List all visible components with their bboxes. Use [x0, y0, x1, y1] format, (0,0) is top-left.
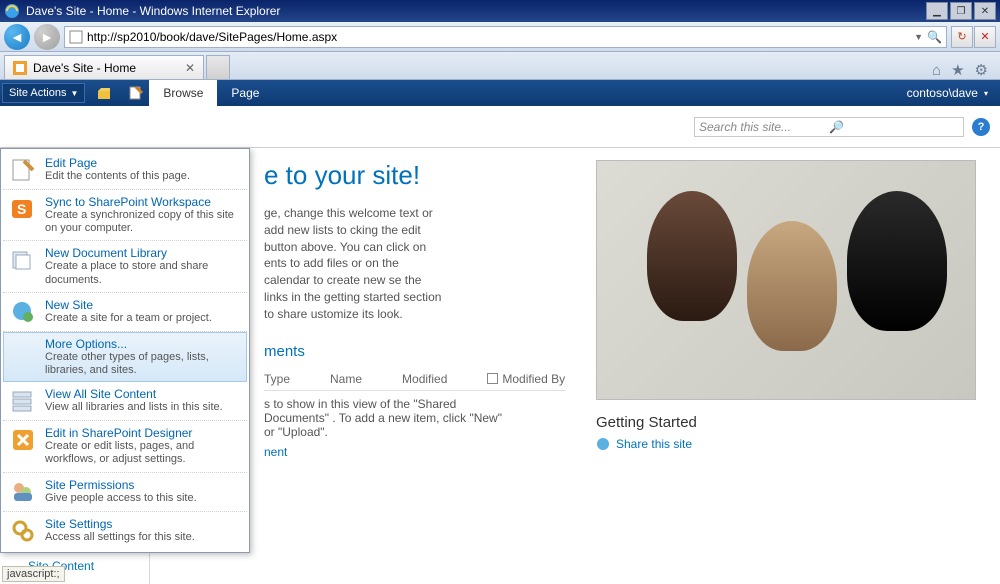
tools-icon[interactable]: ⚙: [975, 61, 988, 79]
page-topbar: Search this site... 🔎 ?: [0, 106, 1000, 148]
col-type[interactable]: Type: [264, 372, 290, 386]
col-name[interactable]: Name: [330, 372, 362, 386]
menu-new-site[interactable]: New SiteCreate a site for a team or proj…: [3, 293, 247, 332]
forward-button[interactable]: ►: [34, 24, 60, 50]
empty-message: s to show in this view of the "Shared Do…: [264, 391, 514, 445]
tab-title: Dave's Site - Home: [33, 61, 136, 75]
menu-site-settings[interactable]: Site SettingsAccess all settings for thi…: [3, 512, 247, 550]
tab-close-icon[interactable]: ✕: [185, 61, 195, 75]
settings-icon: [9, 517, 37, 545]
hero-image: [596, 160, 976, 400]
help-button[interactable]: ?: [972, 118, 990, 136]
shared-documents-heading: ments: [264, 343, 566, 360]
main-content: Edit PageEdit the contents of this page.…: [0, 148, 1000, 584]
share-site-link[interactable]: Share this site: [596, 437, 986, 451]
menu-spd[interactable]: Edit in SharePoint DesignerCreate or edi…: [3, 421, 247, 472]
edit-page-icon: [9, 156, 37, 184]
window-titlebar: Dave's Site - Home - Windows Internet Ex…: [0, 0, 1000, 22]
edit-icon[interactable]: [123, 80, 149, 106]
menu-permissions[interactable]: Site PermissionsGive people access to th…: [3, 473, 247, 512]
menu-new-doclib[interactable]: New Document LibraryCreate a place to st…: [3, 241, 247, 292]
minimize-button[interactable]: ▁: [926, 2, 948, 20]
user-label: contoso\dave: [907, 86, 978, 100]
user-menu[interactable]: contoso\dave ▾: [895, 86, 1000, 100]
navigate-up-icon[interactable]: [91, 80, 117, 106]
home-icon[interactable]: ⌂: [932, 62, 941, 79]
command-bar: ⌂ ★ ⚙: [932, 61, 996, 79]
spd-icon: [9, 426, 37, 454]
search-icon[interactable]: 🔎: [829, 120, 959, 134]
stop-button[interactable]: ✕: [974, 26, 996, 48]
search-placeholder: Search this site...: [699, 120, 829, 134]
tab-browse[interactable]: Browse: [149, 80, 217, 106]
share-icon: [596, 437, 610, 451]
page-title: e to your site!: [264, 160, 566, 191]
add-document-link[interactable]: nent: [264, 445, 566, 459]
refresh-button[interactable]: ↻: [951, 26, 973, 48]
browser-tabstrip: Dave's Site - Home ✕ ⌂ ★ ⚙: [0, 52, 1000, 80]
favorites-icon[interactable]: ★: [951, 61, 964, 79]
col-modified-by[interactable]: Modified By: [487, 372, 565, 386]
allcontent-icon: [9, 387, 37, 415]
checkbox-icon[interactable]: [487, 373, 498, 384]
sharepoint-ribbon: Site Actions ▼ Browse Page contoso\dave …: [0, 80, 1000, 106]
more-icon: [9, 337, 37, 365]
maximize-button[interactable]: ❐: [950, 2, 972, 20]
col-modified[interactable]: Modified: [402, 372, 447, 386]
menu-sync-workspace[interactable]: S Sync to SharePoint WorkspaceCreate a s…: [3, 190, 247, 241]
site-actions-button[interactable]: Site Actions ▼: [2, 83, 85, 103]
window-title: Dave's Site - Home - Windows Internet Ex…: [26, 4, 280, 18]
permissions-icon: [9, 478, 37, 506]
new-tab-button[interactable]: [206, 55, 230, 79]
url-dropdown-icon[interactable]: ▼: [914, 32, 923, 42]
sync-icon: S: [9, 195, 37, 223]
page-icon: [69, 30, 83, 44]
svg-text:S: S: [17, 201, 26, 217]
address-bar[interactable]: ▼ 🔍: [64, 26, 947, 48]
menu-view-all-content[interactable]: View All Site ContentView all libraries …: [3, 382, 247, 421]
ie-icon: [4, 3, 20, 19]
getting-started-heading: Getting Started: [596, 414, 986, 431]
browser-navbar: ◄ ► ▼ 🔍 ↻ ✕: [0, 22, 1000, 52]
url-input[interactable]: [87, 30, 910, 44]
chevron-down-icon: ▾: [984, 89, 988, 98]
site-actions-menu: Edit PageEdit the contents of this page.…: [0, 148, 250, 553]
menu-edit-page[interactable]: Edit PageEdit the contents of this page.: [3, 151, 247, 190]
back-button[interactable]: ◄: [4, 24, 30, 50]
menu-more-options[interactable]: More Options...Create other types of pag…: [3, 332, 247, 382]
browser-tab[interactable]: Dave's Site - Home ✕: [4, 55, 204, 79]
site-search-input[interactable]: Search this site... 🔎: [694, 117, 964, 137]
documents-table: Type Name Modified Modified By s to show…: [264, 368, 566, 459]
chevron-down-icon: ▼: [70, 89, 78, 98]
site-actions-label: Site Actions: [9, 87, 66, 99]
doclib-icon: [9, 246, 37, 274]
search-glass-icon[interactable]: 🔍: [927, 30, 942, 44]
tab-page[interactable]: Page: [217, 80, 273, 106]
status-bar: javascript:;: [2, 566, 65, 582]
favicon-icon: [13, 61, 27, 75]
close-button[interactable]: ✕: [974, 2, 996, 20]
newsite-icon: [9, 298, 37, 326]
